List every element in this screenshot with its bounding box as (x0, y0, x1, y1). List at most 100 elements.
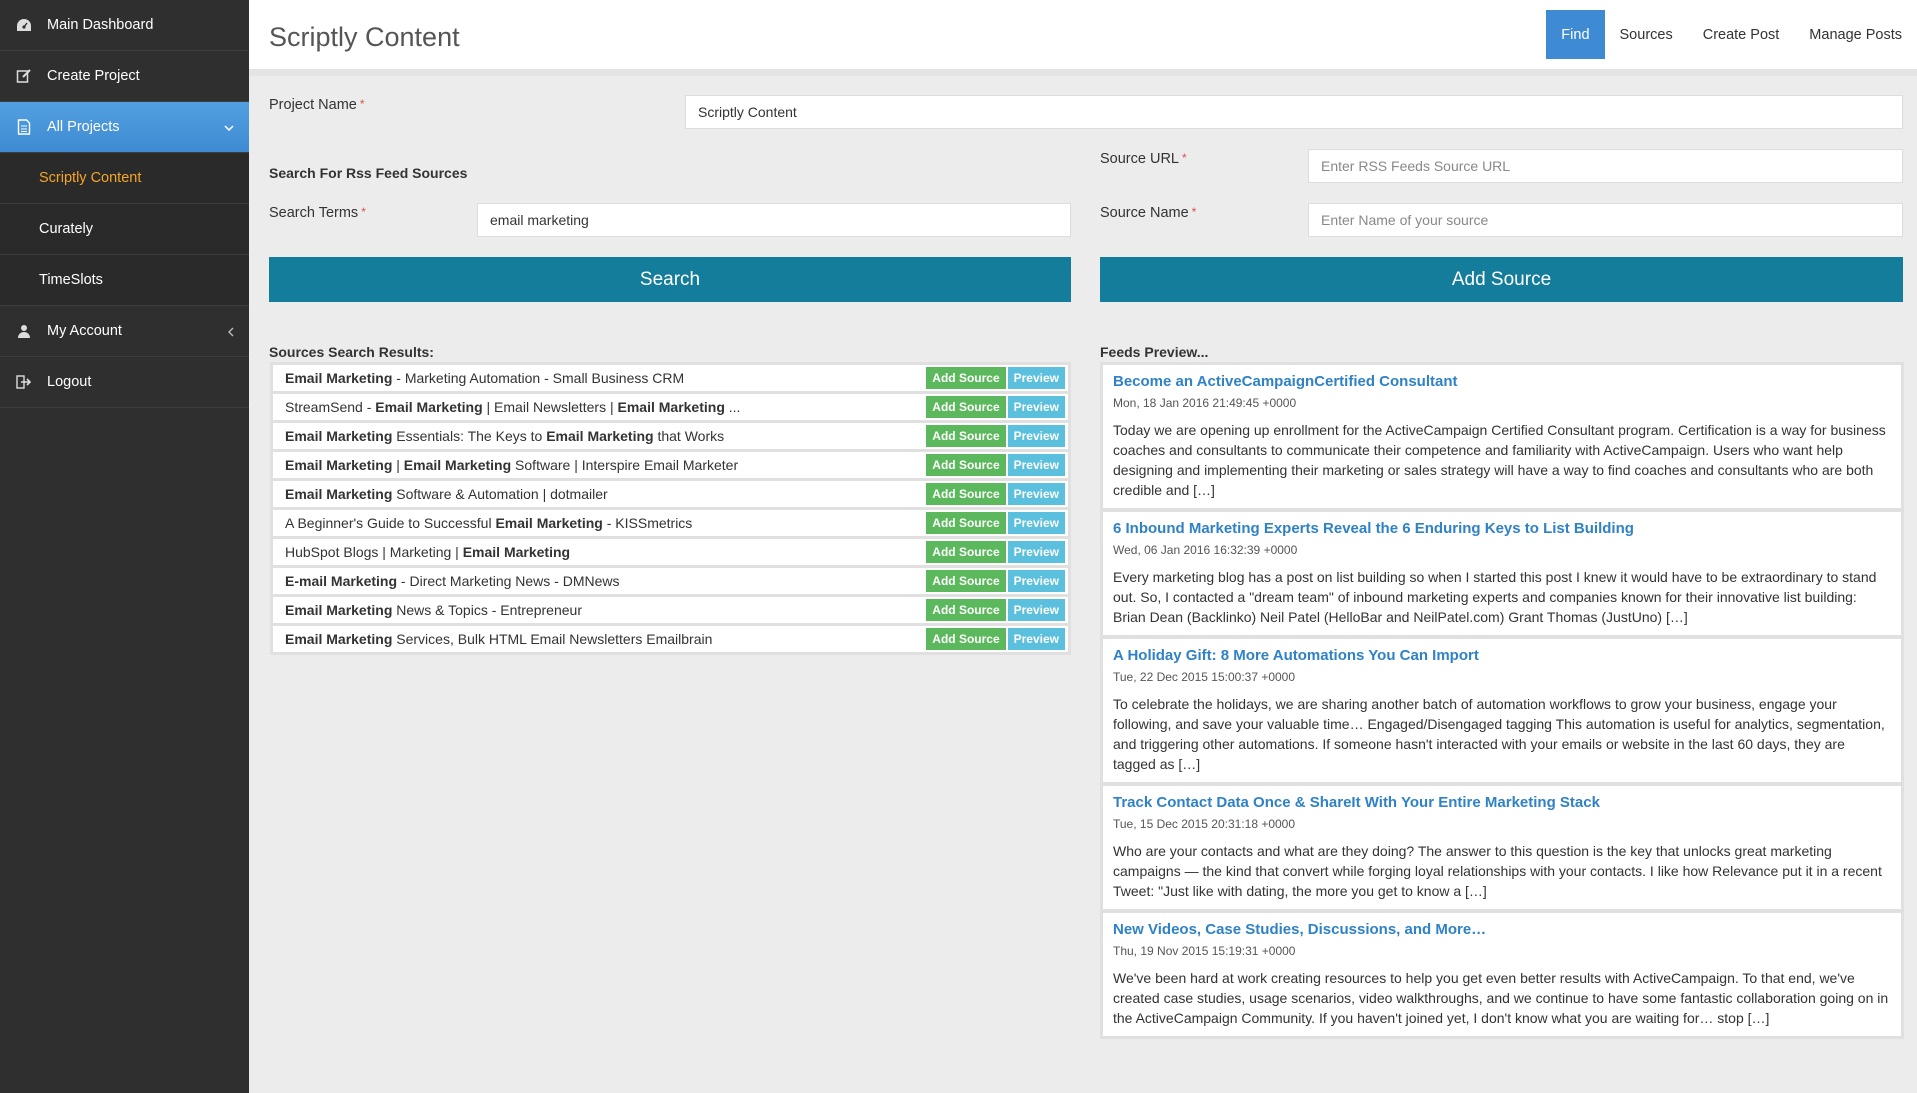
label-text: Project Name (269, 97, 357, 113)
search-button[interactable]: Search (269, 257, 1071, 302)
tab-create-post[interactable]: Create Post (1688, 10, 1795, 59)
tab-sources[interactable]: Sources (1605, 10, 1688, 59)
result-title-segment: - Direct Marketing News - DMNews (397, 573, 620, 589)
result-title: Email Marketing Services, Bulk HTML Emai… (273, 631, 913, 647)
result-title-segment: Essentials: The Keys to (392, 428, 547, 444)
result-title: StreamSend - Email Marketing | Email New… (273, 399, 913, 415)
source-name-label: Source Name * (1100, 205, 1196, 221)
result-row: StreamSend - Email Marketing | Email New… (273, 394, 1068, 420)
add-source-button[interactable]: Add Source (926, 454, 1006, 476)
add-source-button[interactable]: Add Source (926, 483, 1006, 505)
feed-item: 6 Inbound Marketing Experts Reveal the 6… (1103, 512, 1901, 635)
feed-title-link[interactable]: A Holiday Gift: 8 More Automations You C… (1113, 647, 1891, 664)
result-title-segment: Email Marketing (375, 399, 483, 415)
add-source-button[interactable]: Add Source (926, 425, 1006, 447)
preview-button[interactable]: Preview (1007, 454, 1065, 476)
add-source-button[interactable]: Add Source (926, 541, 1006, 563)
sidebar-item-create-project[interactable]: Create Project (0, 51, 249, 102)
preview-button[interactable]: Preview (1007, 541, 1065, 563)
add-source-button[interactable]: Add Source (926, 599, 1006, 621)
sidebar-subitem-timeslots[interactable]: TimeSlots (0, 255, 249, 306)
sidebar-item-my-account[interactable]: My Account (0, 306, 249, 357)
add-source-button[interactable]: Add Source (926, 367, 1006, 389)
result-title-segment: - Marketing Automation - Small Business … (392, 370, 685, 386)
results-heading: Sources Search Results: (269, 344, 434, 360)
result-title: Email Marketing - Marketing Automation -… (273, 370, 913, 386)
result-title-segment: Software & Automation | dotmailer (392, 486, 608, 502)
logout-icon (15, 373, 33, 391)
preview-button[interactable]: Preview (1007, 570, 1065, 592)
result-title-segment: Email Marketing (285, 631, 393, 647)
result-title-segment: HubSpot Blogs | Marketing | (285, 544, 463, 560)
preview-button[interactable]: Preview (1007, 396, 1065, 418)
sidebar-item-main-dashboard[interactable]: Main Dashboard (0, 0, 249, 51)
preview-button[interactable]: Preview (1007, 483, 1065, 505)
result-title-segment: Email Marketing (462, 544, 571, 560)
result-title-segment: | Email Newsletters | (482, 399, 618, 415)
main-content: Scriptly Content Find Sources Create Pos… (249, 0, 1917, 1093)
result-actions: Add Source Preview (926, 396, 1065, 418)
result-title-segment: E-mail Marketing (285, 573, 398, 589)
feed-item: Become an ActiveCampaignCertified Consul… (1103, 365, 1901, 508)
result-actions: Add Source Preview (926, 541, 1065, 563)
preview-button[interactable]: Preview (1007, 512, 1065, 534)
tab-manage-posts[interactable]: Manage Posts (1794, 10, 1917, 59)
project-name-field[interactable] (685, 95, 1903, 129)
feed-title-link[interactable]: Track Contact Data Once & ShareIt With Y… (1113, 794, 1891, 811)
result-title-segment: Email Marketing (495, 515, 603, 531)
result-title-segment: ... (724, 399, 741, 415)
label-text: Source URL (1100, 151, 1179, 167)
sidebar-item-label: Logout (47, 374, 92, 390)
preview-button[interactable]: Preview (1007, 628, 1065, 650)
result-actions: Add Source Preview (926, 512, 1065, 534)
source-name-field[interactable] (1308, 203, 1903, 237)
preview-button[interactable]: Preview (1007, 599, 1065, 621)
sidebar-subitem-scriptly-content[interactable]: Scriptly Content (0, 153, 249, 204)
result-row: Email Marketing News & Topics - Entrepre… (273, 597, 1068, 623)
result-title-segment: Email Marketing (285, 457, 393, 473)
feeds-heading: Feeds Preview... (1100, 344, 1209, 360)
results-list: Email Marketing - Marketing Automation -… (270, 362, 1071, 655)
page-header: Scriptly Content Find Sources Create Pos… (249, 0, 1917, 70)
project-name-label: Project Name * (269, 97, 365, 113)
add-source-button[interactable]: Add Source (926, 570, 1006, 592)
sidebar-subitem-label: Curately (39, 221, 93, 237)
add-source-button[interactable]: Add Source (926, 396, 1006, 418)
feed-date: Tue, 22 Dec 2015 15:00:37 +0000 (1113, 670, 1296, 684)
feed-title-link[interactable]: New Videos, Case Studies, Discussions, a… (1113, 921, 1891, 938)
add-source-button[interactable]: Add Source (926, 628, 1006, 650)
sidebar: Main Dashboard Create Project All Projec… (0, 0, 249, 1093)
add-source-button[interactable]: Add Source (926, 512, 1006, 534)
result-row: Email Marketing - Marketing Automation -… (273, 365, 1068, 391)
add-source-button[interactable]: Add Source (1100, 257, 1903, 302)
label-text: Search Terms (269, 205, 359, 221)
document-icon (15, 118, 33, 136)
source-url-field[interactable] (1308, 149, 1903, 183)
result-row: Email Marketing | Email Marketing Softwa… (273, 452, 1068, 478)
result-title-segment: Email Marketing (546, 428, 654, 444)
feed-title-link[interactable]: 6 Inbound Marketing Experts Reveal the 6… (1113, 520, 1891, 537)
result-title-segment: A Beginner's Guide to Successful (285, 515, 496, 531)
feed-title-link[interactable]: Become an ActiveCampaignCertified Consul… (1113, 373, 1891, 390)
sidebar-item-label: All Projects (47, 119, 120, 135)
sidebar-item-logout[interactable]: Logout (0, 357, 249, 408)
sidebar-subitem-curately[interactable]: Curately (0, 204, 249, 255)
tab-find[interactable]: Find (1546, 10, 1605, 59)
preview-button[interactable]: Preview (1007, 367, 1065, 389)
result-actions: Add Source Preview (926, 570, 1065, 592)
result-title: Email Marketing Software & Automation | … (273, 486, 913, 502)
required-mark: * (359, 97, 365, 111)
result-title-segment: - KISSmetrics (602, 515, 693, 531)
result-title-segment: Email Marketing (617, 399, 725, 415)
result-title: Email Marketing News & Topics - Entrepre… (273, 602, 913, 618)
result-row: E-mail Marketing - Direct Marketing News… (273, 568, 1068, 594)
result-title-segment: Email Marketing (285, 428, 393, 444)
preview-button[interactable]: Preview (1007, 425, 1065, 447)
result-title-segment: Email Marketing (285, 602, 393, 618)
chevron-down-icon (224, 102, 234, 153)
sidebar-item-all-projects[interactable]: All Projects (0, 102, 249, 153)
result-title: Email Marketing Essentials: The Keys to … (273, 428, 913, 444)
search-terms-field[interactable] (477, 203, 1071, 237)
search-terms-label: Search Terms * (269, 205, 366, 221)
feed-item: Track Contact Data Once & ShareIt With Y… (1103, 786, 1901, 909)
